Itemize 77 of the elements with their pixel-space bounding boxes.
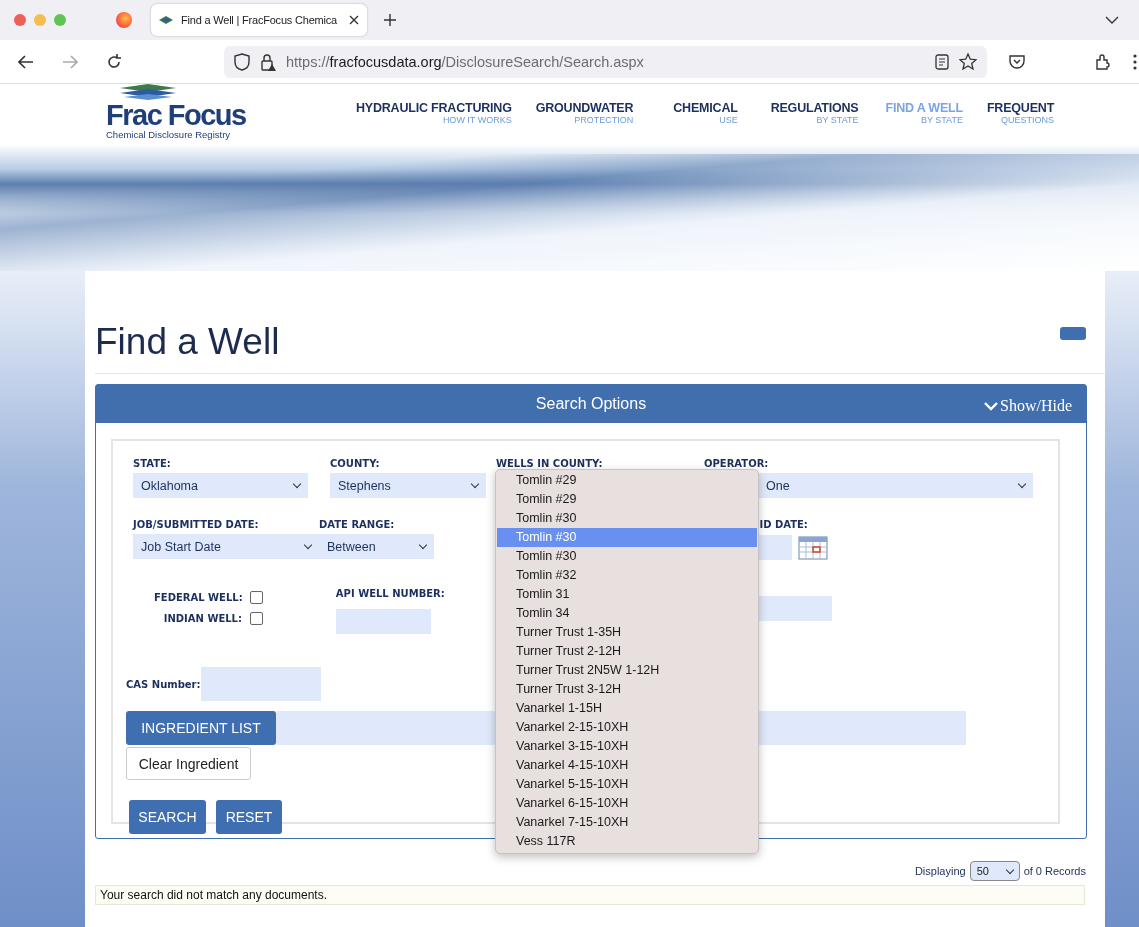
dropdown-option[interactable]: Turner Trust 2N5W 1-12H [497,661,757,680]
dropdown-option[interactable]: Vanarkel 1-15H [497,699,757,718]
tab-list-icon[interactable] [1105,16,1119,24]
field-label: CAS Number: [126,678,201,690]
page-title: Find a Well [95,320,280,363]
chevron-down-icon [984,401,998,411]
dropdown-option[interactable]: Turner Trust 1-35H [497,623,757,642]
cas-number-field[interactable] [200,667,321,701]
close-tab-icon[interactable] [349,15,359,25]
clear-ingredient-button[interactable]: Clear Ingredient [126,747,251,780]
reload-icon[interactable] [106,53,122,70]
indian-well-checkbox[interactable] [250,612,263,625]
bookmark-star-icon[interactable] [959,53,977,70]
browser-tab[interactable]: Find a Well | FracFocus Chemica [151,4,367,36]
state-select[interactable]: Oklahoma [133,473,308,498]
field-label: WELLS IN COUNTY: [496,458,604,471]
extensions-icon[interactable] [1095,53,1111,70]
nav-link[interactable]: CHEMICAL USE [673,101,738,125]
lock-warning-icon[interactable] [260,52,276,71]
field-label: OPERATOR: [704,458,770,471]
close-window-icon[interactable] [14,14,26,26]
dropdown-option[interactable]: Turner Trust 3-12H [497,680,757,699]
nav-link[interactable]: GROUNDWATER PROTECTION [535,101,634,125]
menu-icon[interactable] [1133,53,1137,70]
dropdown-option[interactable]: Vanarkel 7-15-10XH [497,813,757,832]
date-type-select[interactable]: Job Start Date [133,534,319,559]
dropdown-option[interactable]: Tomlin #30 [497,547,757,566]
dropdown-option[interactable]: Vanarkel 2-15-10XH [497,718,757,737]
dropdown-option[interactable]: Tomlin 34 [497,604,757,623]
field-label: COUNTY: [330,458,381,471]
api-well-number-field[interactable] [335,609,431,634]
shield-icon[interactable] [234,52,250,71]
calendar-icon[interactable] [798,534,829,560]
reader-view-icon[interactable] [935,53,949,70]
dropdown-option[interactable]: Tomlin #30 [497,509,757,528]
dropdown-option[interactable]: Vess 117R [497,832,757,851]
nav-link[interactable]: REGULATIONS BY STATE [770,101,859,125]
nav-link[interactable]: HYDRAULIC FRACTURING HOW IT WORKS [356,101,512,125]
page-size-select[interactable]: 50 [969,861,1020,881]
address-bar[interactable]: https://fracfocusdata.org/DisclosureSearch/Search.aspx [224,45,987,78]
logo-title: Frac Focus [106,100,246,130]
tab-title: Find a Well | FracFocus Chemica [181,14,338,26]
records-count: of 0 Records [1023,865,1086,877]
field-label: JOB/SUBMITTED DATE: [133,519,260,532]
dropdown-option[interactable]: Tomlin #32 [497,566,757,585]
county-select[interactable]: Stephens [330,473,486,498]
date-range-select[interactable]: Between [319,534,434,559]
checkbox-label: FEDERAL WELL: [154,592,242,603]
search-button[interactable]: SEARCH [129,800,206,834]
url-text: https://fracfocusdata.org/DisclosureSearch/Search.aspx [286,53,645,70]
panel-title: Search Options [535,395,647,413]
browser-logo-icon[interactable] [116,12,132,28]
field-label: STATE: [133,458,172,471]
logo-subtitle: Chemical Disclosure Registry [106,129,231,140]
no-results-message: Your search did not match any documents. [95,885,1085,905]
back-icon[interactable] [18,54,34,69]
pocket-icon[interactable] [1009,54,1025,69]
dropdown-option[interactable]: Vanarkel 5-15-10XH [497,775,757,794]
reset-button[interactable]: RESET [216,800,282,834]
checkbox-label: INDIAN WELL: [162,613,242,624]
new-tab-icon[interactable] [384,14,396,26]
dropdown-option[interactable]: Vanarkel 6-15-10XH [497,794,757,813]
dropdown-option[interactable]: Vanarkel 4-15-10XH [497,756,757,775]
displaying-label: Displaying [914,865,966,877]
federal-well-checkbox[interactable] [250,591,263,604]
dropdown-option[interactable]: Turner Trust 2-12H [497,642,757,661]
show-hide-toggle[interactable]: Show/Hide [984,397,1072,415]
site-logo[interactable]: Frac Focus Chemical Disclosure Registry [106,84,256,140]
dropdown-option[interactable]: Vanarkel 3-15-10XH [497,737,757,756]
field-label: DATE RANGE: [319,519,396,532]
end-date-field[interactable] [759,534,793,560]
field-label: ID DATE: [759,519,809,532]
ingredient-list-button[interactable]: INGREDIENT LIST [126,711,276,745]
field-label: API WELL NUMBER: [335,588,446,601]
nav-link[interactable]: FREQUENT QUESTIONS [986,101,1055,125]
dropdown-option[interactable]: Tomlin 31 [497,585,757,604]
layers-icon [159,15,173,25]
